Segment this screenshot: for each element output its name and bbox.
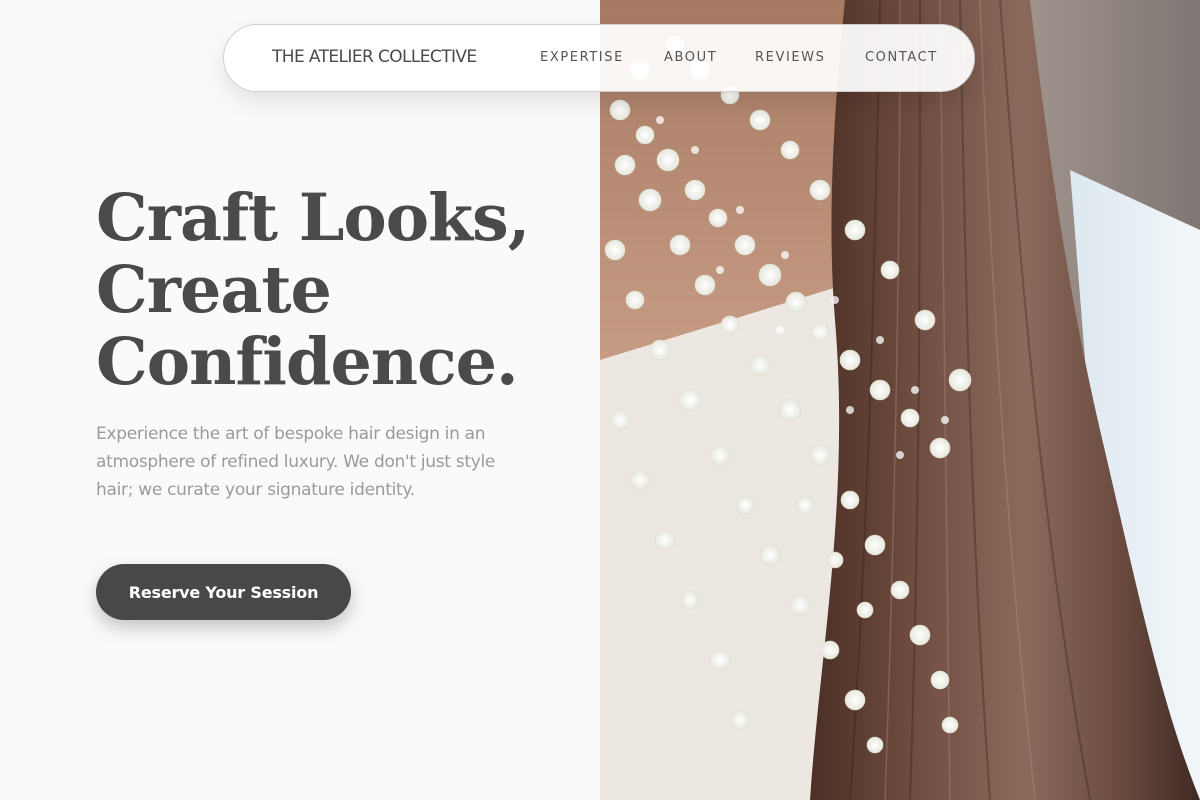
reserve-session-button[interactable]: Reserve Your Session bbox=[96, 564, 351, 620]
left-panel: Craft Looks, Create Confidence. Experien… bbox=[0, 0, 600, 800]
hero-headline: Craft Looks, Create Confidence. bbox=[96, 180, 530, 400]
headline-line-2: Create bbox=[96, 252, 332, 328]
nav-link-contact[interactable]: CONTACT bbox=[865, 50, 938, 65]
nav-link-reviews[interactable]: REVIEWS bbox=[755, 50, 826, 65]
hero-photo bbox=[600, 0, 1200, 800]
top-navbar: THE ATELIER COLLECTIVE EXPERTISE ABOUT R… bbox=[223, 24, 975, 92]
nav-link-about[interactable]: ABOUT bbox=[664, 50, 717, 65]
brand-logo-text[interactable]: THE ATELIER COLLECTIVE bbox=[272, 47, 477, 67]
landing-page: Craft Looks, Create Confidence. Experien… bbox=[0, 0, 1200, 800]
nav-link-expertise[interactable]: EXPERTISE bbox=[540, 50, 624, 65]
headline-line-3: Confidence. bbox=[96, 324, 519, 400]
hero-subcopy: Experience the art of bespoke hair desig… bbox=[96, 424, 496, 500]
headline-line-1: Craft Looks, bbox=[96, 180, 530, 256]
